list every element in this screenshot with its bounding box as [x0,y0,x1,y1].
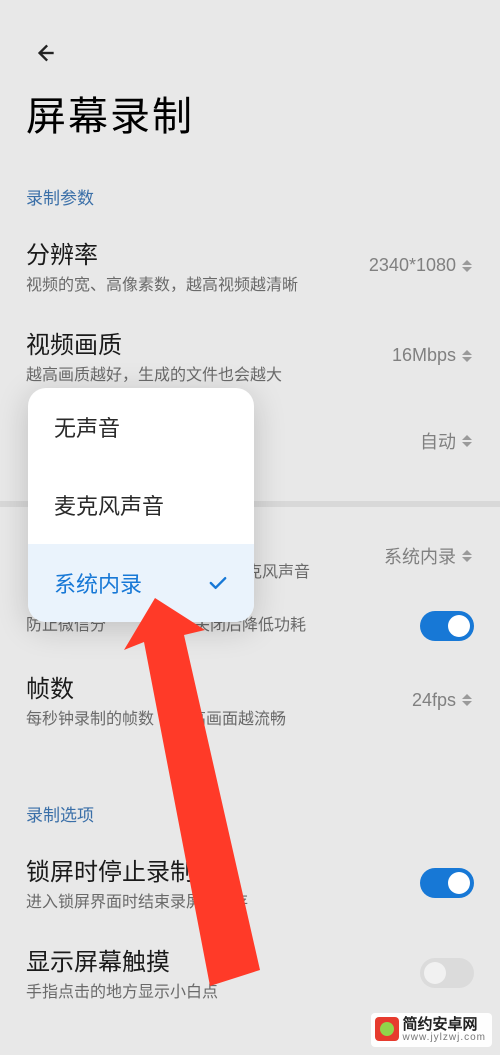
audio-hidden-value: 自动 [420,428,474,454]
showtouch-title: 显示屏幕触摸 [26,942,420,977]
fps-desc: 每秒钟录制的帧数越高画面越流畅 [26,710,412,731]
showtouch-toggle[interactable] [420,958,474,988]
fps-title: 帧数 [26,669,412,704]
lockstop-toggle[interactable] [420,868,474,898]
chevron-updown-icon [462,431,474,451]
lockstop-title: 锁屏时停止录制 [26,852,420,887]
setting-fps[interactable]: 帧数 每秒钟录制的帧数越高画面越流畅 24fps [20,667,480,757]
section-recording-options: 录制选项 [26,801,480,826]
popup-item-mic[interactable]: 麦克风声音 [28,466,254,544]
popup-item-none[interactable]: 无声音 [28,388,254,466]
wechat-toggle[interactable] [420,611,474,641]
resolution-title: 分辨率 [26,235,369,270]
setting-lockstop[interactable]: 锁屏时停止录制 进入锁屏界面时结束录屏保存 [20,850,480,940]
section-recording-params: 录制参数 [26,184,480,209]
resolution-desc: 视频的宽、高像素数，越高视频越清晰 [26,276,369,297]
audio-value: 系统内录 [384,543,474,569]
resolution-value: 2340*1080 [369,255,474,276]
fps-value: 24fps [412,690,474,711]
watermark: 简约安卓网 www.jylzwj.com [371,1013,492,1047]
quality-desc: 越高画质越好，生成的文件也会越大 [26,366,392,387]
chevron-updown-icon [462,690,474,710]
quality-title: 视频画质 [26,325,392,360]
check-icon [208,575,228,591]
lockstop-desc: 进入锁屏界面时结束录屏保存 [26,893,420,914]
popup-item-system[interactable]: 系统内录 [28,544,254,622]
chevron-updown-icon [462,256,474,276]
quality-value: 16Mbps [392,345,474,366]
chevron-updown-icon [462,546,474,566]
showtouch-desc: 手指点击的地方显示小白点 [26,983,420,1004]
back-button[interactable] [32,40,58,66]
android-icon [375,1017,399,1041]
audio-source-popup: 无声音 麦克风声音 系统内录 [28,388,254,622]
chevron-updown-icon [462,346,474,366]
page-title: 屏幕录制 [26,84,480,142]
setting-resolution[interactable]: 分辨率 视频的宽、高像素数，越高视频越清晰 2340*1080 [20,233,480,323]
setting-showtouch[interactable]: 显示屏幕触摸 手指点击的地方显示小白点 [20,940,480,1004]
